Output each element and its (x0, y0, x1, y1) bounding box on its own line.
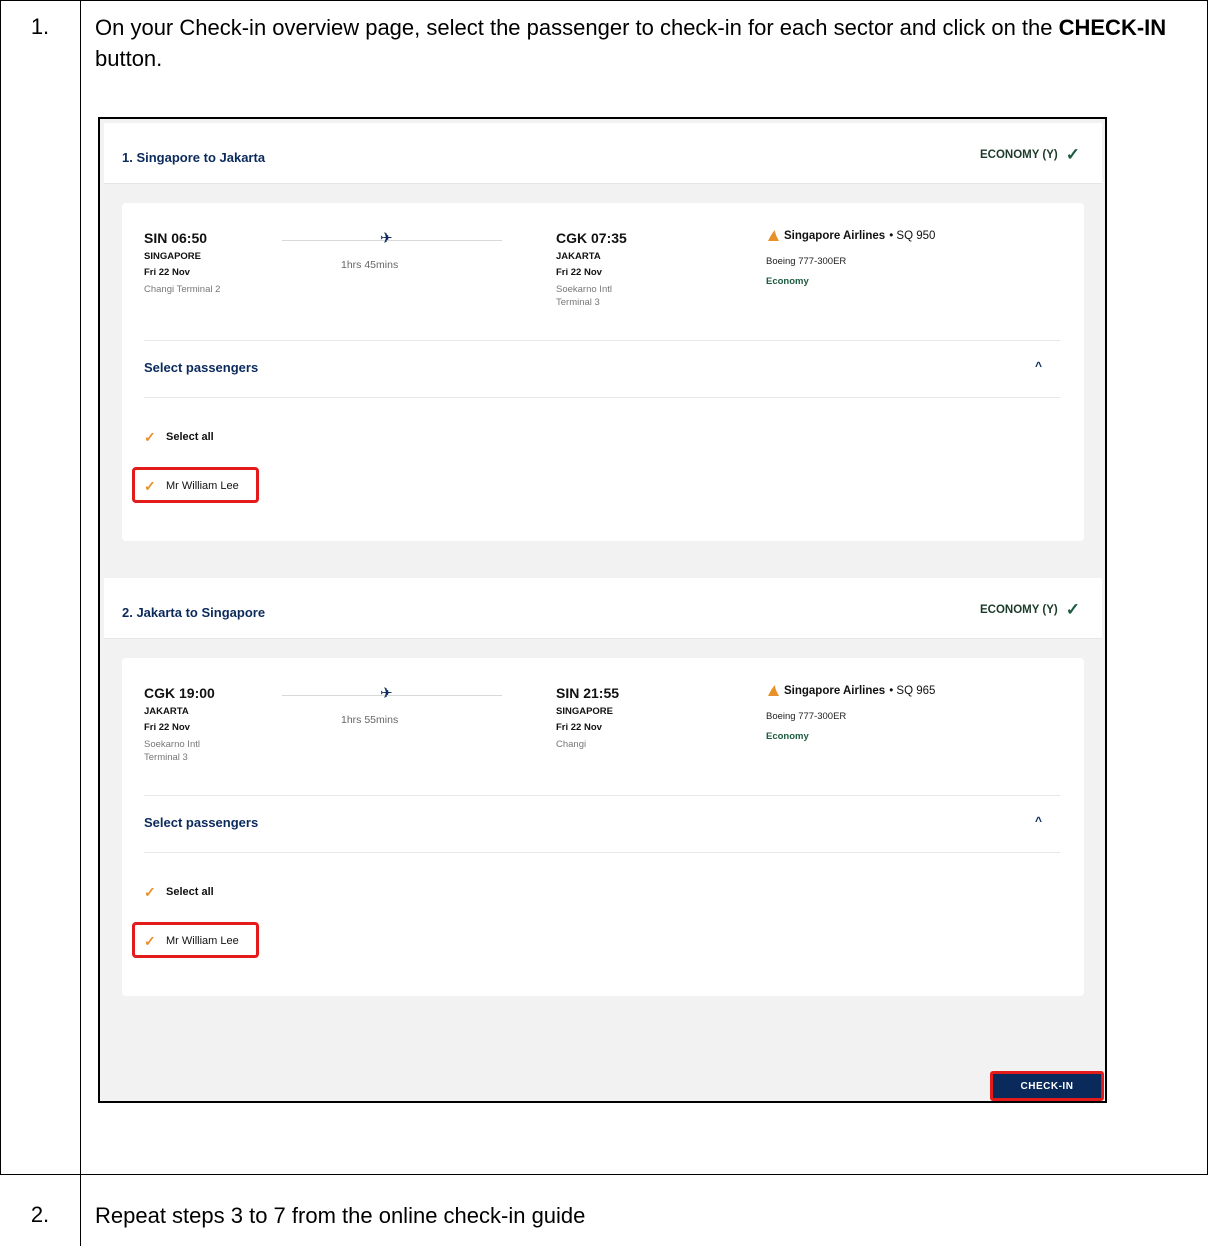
departure-city: JAKARTA (144, 706, 189, 717)
sector-2-cabin: ECONOMY (Y) ✓ (980, 600, 1080, 619)
airline-info: Singapore Airlines • SQ 965 (766, 684, 935, 698)
airline-logo-icon (768, 685, 779, 696)
arrival-code-time: CGK 07:35 (556, 230, 627, 246)
select-all-label: Select all (166, 431, 214, 443)
airline-name: Singapore Airlines (784, 685, 886, 697)
sector-2-flight-card: CGK 19:00 JAKARTA Fri 22 Nov Soekarno In… (122, 658, 1084, 996)
chevron-up-icon[interactable]: ^ (1035, 814, 1042, 828)
checkmark-icon: ✓ (1065, 145, 1080, 164)
divider (144, 795, 1060, 796)
select-all-checkbox[interactable]: ✓ Select all (144, 885, 214, 899)
checkmark-icon: ✓ (1065, 600, 1080, 619)
step-1-number: 1. (30, 14, 50, 39)
cabin-label: ECONOMY (Y) (980, 604, 1058, 616)
chevron-up-icon[interactable]: ^ (1035, 359, 1042, 373)
arrival-date: Fri 22 Nov (556, 722, 602, 733)
departure-code-time: SIN 06:50 (144, 230, 208, 246)
divider (144, 340, 1060, 341)
footer-area (104, 1014, 1102, 1101)
sector-2-title: 2. Jakarta to Singapore (122, 605, 266, 620)
select-all-checkbox[interactable]: ✓ Select all (144, 430, 214, 444)
checkin-overview-screenshot: 1. Singapore to Jakarta ECONOMY (Y) ✓ SI… (98, 117, 1107, 1103)
divider (144, 397, 1060, 398)
airplane-icon: ✈ (380, 685, 393, 702)
cabin-class: Economy (766, 276, 809, 287)
airplane-icon: ✈ (380, 230, 393, 247)
checkin-button[interactable]: CHECK-IN (990, 1071, 1104, 1101)
arrival-city: JAKARTA (556, 251, 601, 262)
aircraft-type: Boeing 777-300ER (766, 711, 847, 722)
sector-2-header[interactable]: 2. Jakarta to Singapore ECONOMY (Y) ✓ (104, 578, 1102, 639)
select-passengers-heading[interactable]: Select passengers (144, 815, 258, 830)
departure-date: Fri 22 Nov (144, 722, 190, 733)
arrival-city: SINGAPORE (556, 706, 614, 717)
sector-1-header[interactable]: 1. Singapore to Jakarta ECONOMY (Y) ✓ (104, 123, 1102, 184)
arrival-date: Fri 22 Nov (556, 267, 602, 278)
flight-number: • SQ 950 (889, 230, 936, 242)
checkbox-checked-icon: ✓ (144, 429, 156, 445)
flight-duration: 1hrs 55mins (341, 714, 399, 726)
arrival-code-time: SIN 21:55 (556, 685, 620, 701)
arrival-terminal: Changi (556, 739, 587, 750)
departure-terminal: Soekarno Intl Terminal 3 (144, 739, 200, 763)
flight-number: • SQ 965 (889, 685, 936, 697)
highlight-box (132, 922, 259, 958)
airline-logo-icon (768, 230, 779, 241)
cabin-class: Economy (766, 731, 809, 742)
arrival-terminal: Soekarno Intl Terminal 3 (556, 284, 612, 308)
flight-duration: 1hrs 45mins (341, 259, 399, 271)
highlight-box (132, 467, 259, 503)
step-2-text: Repeat steps 3 to 7 from the online chec… (95, 1203, 586, 1228)
step-1-text: On your Check-in overview page, select t… (95, 15, 1167, 71)
departure-city: SINGAPORE (144, 251, 202, 262)
sector-1-cabin: ECONOMY (Y) ✓ (980, 145, 1080, 164)
departure-terminal: Changi Terminal 2 (144, 284, 221, 295)
select-passengers-heading[interactable]: Select passengers (144, 360, 258, 375)
sector-1-flight-card: SIN 06:50 SINGAPORE Fri 22 Nov Changi Te… (122, 203, 1084, 541)
sector-1-title: 1. Singapore to Jakarta (122, 150, 266, 165)
airline-info: Singapore Airlines • SQ 950 (766, 229, 935, 243)
divider (144, 852, 1060, 853)
select-all-label: Select all (166, 886, 214, 898)
departure-date: Fri 22 Nov (144, 267, 190, 278)
checkbox-checked-icon: ✓ (144, 884, 156, 900)
aircraft-type: Boeing 777-300ER (766, 256, 847, 267)
airline-name: Singapore Airlines (784, 230, 886, 242)
step-2-number: 2. (30, 1202, 50, 1227)
departure-code-time: CGK 19:00 (144, 685, 215, 701)
cabin-label: ECONOMY (Y) (980, 149, 1058, 161)
